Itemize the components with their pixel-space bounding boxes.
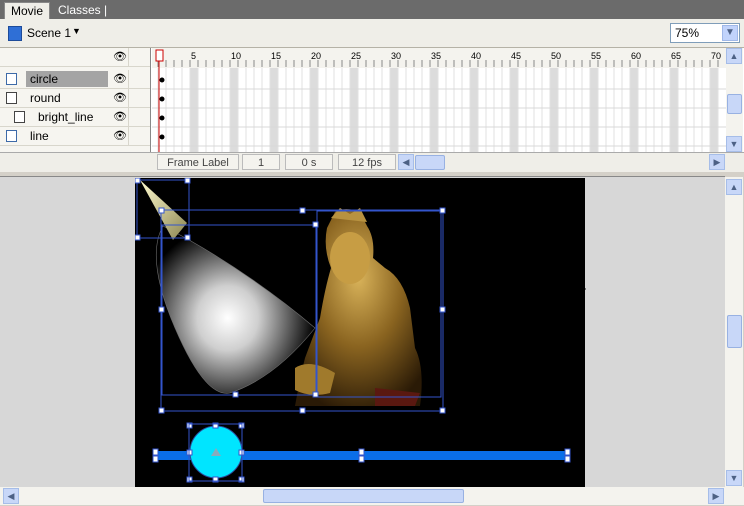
scroll-right-icon[interactable]: ▶ (709, 154, 725, 170)
frame-label-field[interactable]: Frame Label (157, 154, 239, 170)
frame-number: 30 (391, 51, 401, 61)
scroll-left-icon[interactable]: ◀ (3, 488, 19, 504)
frames-grid[interactable]: 5 10 15 20 25 30 35 40 45 50 55 60 65 70 (152, 48, 726, 152)
frame-number: 10 (231, 51, 241, 61)
scroll-thumb[interactable] (727, 94, 742, 114)
layer-name: circle (30, 72, 59, 86)
statue-image[interactable] (295, 208, 422, 406)
scroll-right-icon[interactable]: ▶ (708, 488, 724, 504)
scroll-left-icon[interactable]: ◀ (398, 154, 414, 170)
timeline-vertical-scrollbar[interactable]: ▲ ▼ (726, 48, 743, 152)
tab-classes[interactable]: Classes | (52, 2, 113, 19)
stage-vertical-scrollbar[interactable]: ▲ ▼ (725, 177, 743, 488)
layers-panel: 👁 circle 👁 round 👁 bright_line 👁 line 👁 (0, 48, 151, 152)
layer-icon (6, 73, 17, 85)
frame-number: 60 (631, 51, 641, 61)
scroll-thumb[interactable] (263, 489, 464, 503)
frame-number: 35 (431, 51, 441, 61)
eye-icon[interactable]: 👁 (113, 110, 127, 123)
layer-name: round (30, 91, 61, 105)
scroll-down-icon[interactable]: ▼ (726, 136, 742, 152)
frame-number: 50 (551, 51, 561, 61)
layer-round[interactable]: round 👁 (0, 89, 150, 108)
document-tab-bar: Movie Classes | (0, 0, 744, 20)
frame-number: 20 (311, 51, 321, 61)
eye-icon[interactable]: 👁 (113, 50, 127, 63)
stage-horizontal-scrollbar[interactable]: ◀ ▶ (0, 487, 744, 505)
stage-artwork (135, 178, 571, 483)
eye-icon[interactable]: 👁 (113, 72, 127, 85)
scroll-thumb[interactable] (727, 315, 742, 348)
frames-grid-drawing: 5 10 15 20 25 30 35 40 45 50 55 60 65 70 (152, 48, 726, 152)
elapsed-time: 0 s (285, 154, 333, 170)
frame-number: 45 (511, 51, 521, 61)
scroll-down-icon[interactable]: ▼ (726, 470, 742, 486)
timeline-hscroll-thumb[interactable] (415, 155, 445, 170)
frame-number: 15 (271, 51, 281, 61)
frame-number: 55 (591, 51, 601, 61)
frame-number: 40 (471, 51, 481, 61)
layer-line[interactable]: line 👁 (0, 127, 150, 146)
current-frame: 1 (242, 154, 280, 170)
chevron-down-icon[interactable]: ▼ (722, 25, 738, 41)
keyframe-icon (159, 134, 165, 140)
layer-icon (6, 130, 17, 142)
scene-bar: Scene 1 ▼ (0, 19, 744, 48)
chevron-down-icon[interactable]: ▼ (72, 26, 81, 36)
scroll-up-icon[interactable]: ▲ (726, 48, 742, 64)
light-beam-shape (155, 225, 316, 394)
eye-icon[interactable]: 👁 (113, 91, 127, 104)
scene-icon (8, 26, 22, 41)
move-cursor-icon: ✥ (577, 284, 587, 296)
frame-number: 70 (711, 51, 721, 61)
frame-number: 65 (671, 51, 681, 61)
movieclip-layer-icon (14, 111, 25, 123)
layer-bright-line[interactable]: bright_line 👁 (0, 108, 150, 127)
zoom-select[interactable]: 75% ▼ (670, 23, 740, 43)
layer-name: line (30, 129, 49, 143)
eye-icon[interactable]: 👁 (113, 129, 127, 142)
keyframe-icon (159, 77, 165, 83)
layer-header: 👁 (0, 48, 150, 67)
frame-number: 25 (351, 51, 361, 61)
layer-name: bright_line (38, 110, 94, 124)
timeline-status-bar: Frame Label 1 0 s 12 fps ◀ ▶ (0, 152, 744, 172)
keyframe-icon (159, 115, 165, 121)
keyframe-icon (159, 96, 165, 102)
movieclip-layer-icon (6, 92, 17, 104)
layer-circle[interactable]: circle 👁 (0, 70, 150, 89)
stage-canvas[interactable] (135, 178, 585, 487)
frame-rate[interactable]: 12 fps (338, 154, 396, 170)
scroll-up-icon[interactable]: ▲ (726, 179, 742, 195)
frame-number: 5 (191, 51, 196, 61)
zoom-value: 75% (675, 26, 700, 40)
scene-selector[interactable]: Scene 1 (27, 26, 71, 40)
tab-movie[interactable]: Movie (4, 2, 51, 20)
